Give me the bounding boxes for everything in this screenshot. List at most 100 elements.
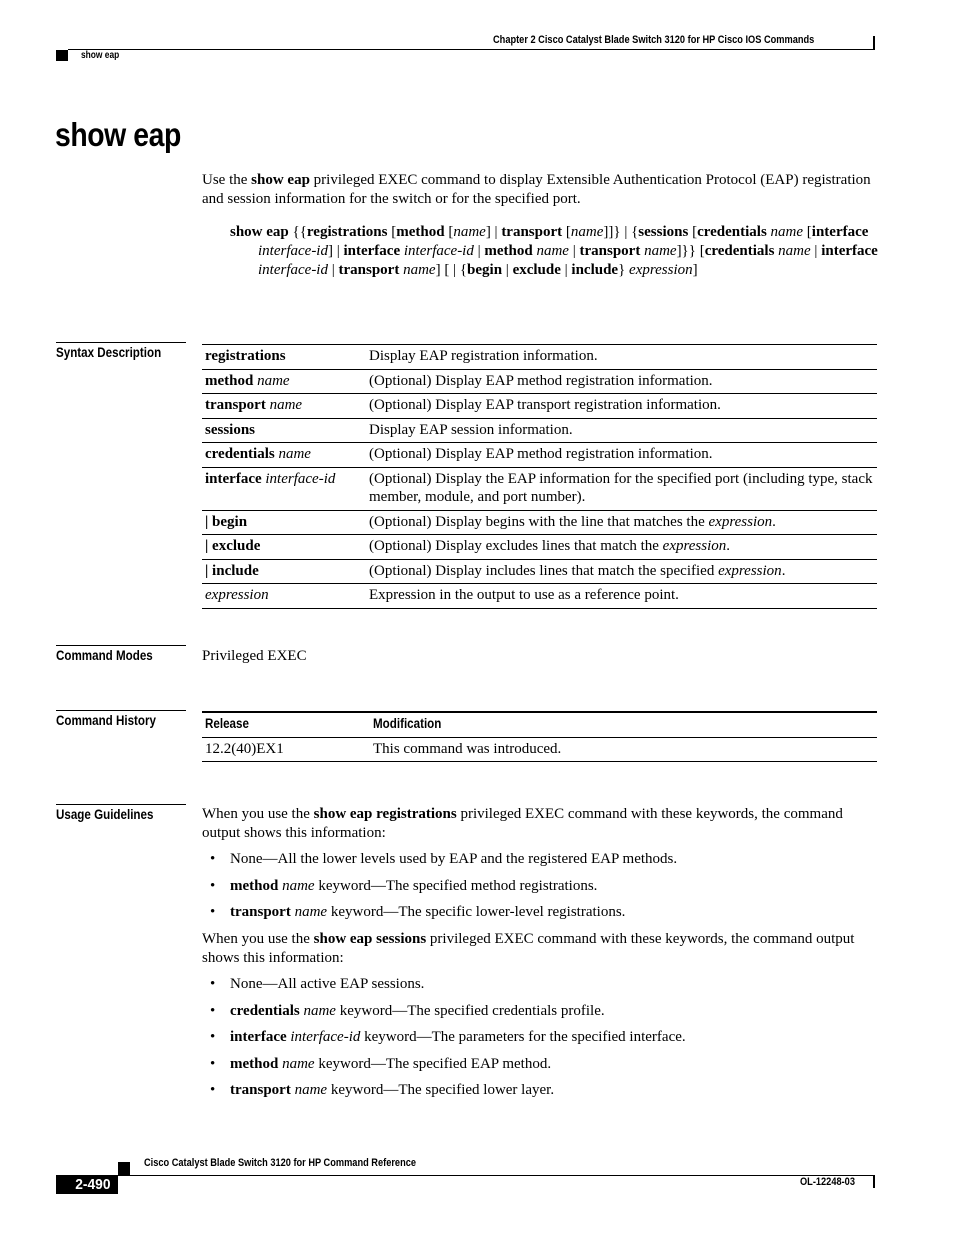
table-header-row: Release Modification	[202, 711, 877, 738]
syntax-punctuation: ]	[692, 262, 698, 279]
syntax-description-cell: Expression in the output to use as a ref…	[366, 583, 877, 609]
syntax-argument: name	[536, 243, 569, 260]
syntax-punctuation: |	[810, 243, 822, 260]
syntax-term-cell: transport name	[202, 393, 366, 419]
syntax-description-cell: Display EAP registration information.	[366, 344, 877, 370]
syntax-term-cell: credentials name	[202, 442, 366, 468]
syntax-description-cell: (Optional) Display EAP transport registr…	[366, 393, 877, 419]
section-label-text: Usage Guidelines	[56, 807, 154, 822]
syntax-punctuation: ] |	[327, 243, 344, 260]
syntax-punctuation: [	[444, 224, 454, 240]
column-header-release: Release	[202, 711, 370, 738]
syntax-punctuation: [	[803, 224, 812, 240]
syntax-keyword: registrations	[205, 348, 286, 364]
usage-paragraph-registrations: When you use the show eap registrations …	[202, 806, 843, 841]
command-syntax: show eap {{registrations [method [name] …	[230, 223, 888, 281]
table-row: 12.2(40)EX1 This command was introduced.	[202, 737, 877, 762]
description-argument: expression	[718, 562, 782, 579]
syntax-argument: name	[278, 446, 311, 462]
syntax-punctuation: |	[502, 262, 513, 279]
list-item: method name keyword—The specified method…	[210, 877, 677, 904]
syntax-punctuation: ]]} | {	[603, 224, 639, 240]
syntax-description-cell: (Optional) Display excludes lines that m…	[366, 534, 877, 560]
syntax-keyword: | exclude	[205, 538, 261, 554]
syntax-argument: name	[403, 262, 436, 279]
syntax-keyword: method	[484, 243, 533, 260]
syntax-keyword: interface	[343, 243, 401, 260]
description-text: Display EAP registration information.	[369, 348, 598, 364]
syntax-argument: name	[644, 243, 677, 260]
section-label-usage-guidelines: Usage Guidelines	[56, 804, 186, 824]
section-label-syntax-description: Syntax Description	[56, 342, 186, 362]
syntax-punctuation: |	[473, 243, 485, 260]
syntax-term-cell: sessions	[202, 418, 366, 443]
description-text: .	[781, 562, 786, 579]
list-item: None—All active EAP sessions.	[210, 975, 686, 1002]
description-text: (Optional) Display the EAP information f…	[369, 470, 873, 506]
syntax-keyword: credentials	[697, 224, 767, 240]
syntax-argument: name	[269, 397, 303, 413]
section-label-command-history: Command History	[56, 710, 186, 730]
description-text: (Optional) Display excludes lines that m…	[369, 538, 663, 554]
syntax-punctuation: ] |	[485, 224, 502, 240]
description-text: (Optional) Display EAP method registrati…	[369, 372, 713, 389]
bullet-keyword: interface	[230, 1029, 287, 1045]
syntax-term-cell: expression	[202, 583, 366, 609]
bullet-argument: interface-id	[290, 1029, 361, 1045]
bullet-text: keyword—The parameters for the specified…	[360, 1029, 686, 1045]
syntax-punctuation: {{	[288, 224, 307, 240]
syntax-term-cell: registrations	[202, 344, 366, 370]
table-row: expression Expression in the output to us…	[202, 583, 877, 609]
table-row: registrations Display EAP registration in…	[202, 344, 877, 370]
syntax-keyword: credentials	[704, 243, 775, 260]
table-row: transport name (Optional) Display EAP tra…	[202, 393, 877, 419]
command-history-table: Release Modification 12.2(40)EX1 This co…	[202, 711, 877, 762]
description-text: (Optional) Display includes lines that m…	[369, 562, 719, 579]
registrations-bullet-list: None—All the lower levels used by EAP an…	[210, 850, 677, 930]
bullet-argument: name	[303, 1002, 336, 1019]
list-item: method name keyword—The specified EAP me…	[210, 1055, 686, 1082]
syntax-description-cell: Display EAP session information.	[366, 418, 877, 443]
bullet-text: keyword—The specified credentials profil…	[335, 1002, 605, 1019]
bullet-keyword: transport	[230, 904, 291, 920]
syntax-argument: expression	[205, 587, 269, 603]
header-tick	[873, 36, 875, 50]
syntax-keyword: sessions	[638, 224, 689, 240]
syntax-description-cell: (Optional) Display the EAP information f…	[366, 467, 877, 511]
table-row: sessions Display EAP session information.	[202, 418, 877, 443]
syntax-keyword: transport	[501, 224, 563, 240]
intro-paragraph: Use the show eap privileged EXEC command…	[202, 171, 872, 208]
footer-marker-block	[118, 1162, 130, 1176]
footer-book-title: Cisco Catalyst Blade Switch 3120 for HP …	[144, 1157, 416, 1169]
syntax-keyword: method	[396, 224, 445, 240]
running-header-chapter: Chapter 2 Cisco Catalyst Blade Switch 31…	[493, 34, 815, 46]
list-item: credentials name keyword—The specified c…	[210, 1002, 686, 1029]
syntax-term-cell: | exclude	[202, 534, 366, 560]
description-text: Display EAP session information.	[369, 421, 573, 438]
syntax-term-cell: interface interface-id	[202, 467, 366, 511]
description-argument: expression	[708, 513, 773, 530]
list-item: transport name keyword—The specified low…	[210, 1081, 686, 1108]
bullet-text: keyword—The specified EAP method.	[314, 1055, 552, 1072]
syntax-description-cell: (Optional) Display EAP method registrati…	[366, 442, 877, 468]
page-title: show eap	[55, 116, 181, 153]
bullet-keyword: transport	[230, 1082, 291, 1098]
command-modes-value: Privileged EXEC	[202, 648, 307, 664]
syntax-description-cell: (Optional) Display begins with the line …	[366, 510, 877, 535]
header-marker-block	[56, 50, 68, 61]
syntax-description-cell: (Optional) Display includes lines that m…	[366, 559, 877, 584]
description-text: (Optional) Display EAP method registrati…	[369, 446, 713, 462]
description-text: Expression in the output to use as a ref…	[369, 587, 679, 603]
section-label-command-modes: Command Modes	[56, 645, 186, 665]
syntax-punctuation: ] [ | {	[435, 262, 468, 279]
sessions-bullet-list: None—All active EAP sessions. credentials…	[210, 975, 686, 1108]
bullet-text: keyword—The specific lower-level registr…	[327, 904, 626, 920]
bullet-argument: name	[282, 1055, 315, 1072]
bullet-argument: name	[294, 904, 328, 920]
description-text: (Optional) Display begins with the line …	[369, 513, 709, 530]
intro-command: show eap	[251, 172, 310, 188]
bullet-text: None—All active EAP sessions.	[230, 976, 425, 992]
syntax-description-table: registrations Display EAP registration in…	[202, 344, 877, 609]
table-row: credentials name (Optional) Display EAP m…	[202, 442, 877, 468]
syntax-keyword: interface	[205, 470, 262, 487]
